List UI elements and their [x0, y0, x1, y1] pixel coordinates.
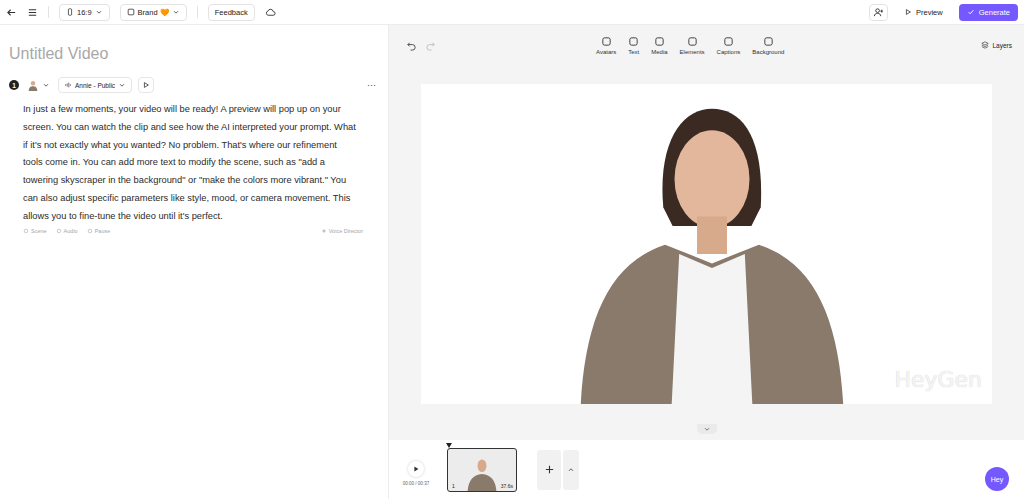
- play-icon: [904, 8, 912, 16]
- play-voice-button[interactable]: [138, 77, 154, 93]
- timeline: 00:00 / 00:37 1 37.6s: [389, 440, 1024, 499]
- share-button[interactable]: [869, 4, 888, 21]
- play-icon: [412, 465, 420, 473]
- plus-icon: [544, 464, 555, 475]
- layers-icon: [981, 41, 989, 49]
- preview-button[interactable]: Preview: [898, 5, 949, 20]
- canvas-toolbar: Avatars Text Media Elements Captions Bac…: [389, 25, 1024, 65]
- script-tools: Scene Audio Pause Voice Director: [23, 228, 363, 234]
- collapse-timeline-button[interactable]: [697, 424, 717, 434]
- aspect-dropdown[interactable]: 16:9: [59, 4, 110, 21]
- tool-icon: [687, 36, 698, 47]
- chevron-up-icon: [567, 466, 575, 474]
- toolbar-item[interactable]: Background: [752, 36, 784, 55]
- add-scene-button[interactable]: [537, 450, 561, 490]
- scene-header: 1 Annie - Public ···: [9, 77, 378, 93]
- watermark: HeyGen: [894, 367, 982, 392]
- video-canvas[interactable]: HeyGen: [421, 84, 992, 404]
- generate-button[interactable]: Generate: [959, 4, 1018, 21]
- editor: 16:9 Brand 🧡 Feedback Preview Generate U…: [0, 0, 1024, 499]
- tool-icon: [87, 228, 93, 234]
- voice-dropdown[interactable]: Annie - Public: [58, 77, 132, 93]
- tool-icon: [628, 36, 639, 47]
- chevron-down-icon: [42, 81, 50, 89]
- playhead[interactable]: [446, 443, 452, 448]
- tool-icon: [601, 36, 612, 47]
- undo-icon[interactable]: [406, 40, 417, 51]
- back-arrow-icon[interactable]: [6, 7, 17, 18]
- play-button[interactable]: [408, 461, 424, 477]
- chevron-down-icon: [95, 8, 103, 16]
- chevron-down-icon: [118, 81, 126, 89]
- voice-wave-icon: [64, 81, 72, 89]
- brand-kit-icon: [127, 8, 135, 16]
- add-user-icon: [873, 7, 884, 18]
- scene-number: 1: [9, 80, 19, 90]
- redo-icon[interactable]: [425, 40, 436, 51]
- phone-icon: [66, 8, 74, 16]
- script-tool-button[interactable]: Scene: [23, 228, 47, 234]
- menu-icon[interactable]: [27, 7, 38, 18]
- more-button[interactable]: ···: [367, 80, 378, 90]
- tool-icon: [23, 228, 29, 234]
- tool-icon: [723, 36, 734, 47]
- script-tool-button[interactable]: Pause: [87, 228, 111, 234]
- voice-director-button[interactable]: Voice Director: [321, 228, 363, 234]
- top-bar: 16:9 Brand 🧡 Feedback Preview Generate: [0, 0, 1024, 25]
- avatar-thumbnail-icon: [27, 79, 39, 91]
- toolbar-item[interactable]: Avatars: [596, 36, 616, 55]
- video-title[interactable]: Untitled Video: [9, 45, 378, 63]
- toolbar-item[interactable]: Media: [651, 36, 667, 55]
- avatar-image[interactable]: [572, 104, 852, 404]
- script-text[interactable]: In just a few moments, your video will b…: [23, 101, 359, 226]
- chat-button[interactable]: Hey: [985, 467, 1009, 491]
- check-icon: [967, 8, 975, 16]
- tool-icon: [763, 36, 774, 47]
- toolbar-item[interactable]: Text: [628, 36, 639, 55]
- tool-icon: [56, 228, 62, 234]
- cloud-icon: [265, 7, 276, 18]
- toolbar-item[interactable]: Elements: [680, 36, 705, 55]
- chevron-down-icon: [172, 8, 180, 16]
- avatar-picker[interactable]: [25, 77, 52, 93]
- time-display: 00:00 / 00:37: [403, 481, 429, 486]
- script-tool-button[interactable]: Audio: [56, 228, 78, 234]
- canvas-panel: Avatars Text Media Elements Captions Bac…: [389, 25, 1024, 499]
- avatar-thumbnail: [464, 455, 500, 491]
- play-icon: [142, 81, 150, 89]
- scene-thumbnail[interactable]: 1 37.6s: [447, 448, 517, 492]
- layers-button[interactable]: Layers: [981, 41, 1012, 49]
- script-panel: Untitled Video 1 Annie - Public ··· In j…: [0, 25, 389, 499]
- chevron-down-icon: [703, 425, 711, 433]
- sparkle-icon: [321, 228, 327, 234]
- feedback-button[interactable]: Feedback: [208, 4, 255, 21]
- tool-icon: [654, 36, 665, 47]
- brand-dropdown[interactable]: Brand 🧡: [120, 4, 187, 21]
- toolbar-item[interactable]: Captions: [717, 36, 741, 55]
- expand-options-button[interactable]: [563, 450, 579, 490]
